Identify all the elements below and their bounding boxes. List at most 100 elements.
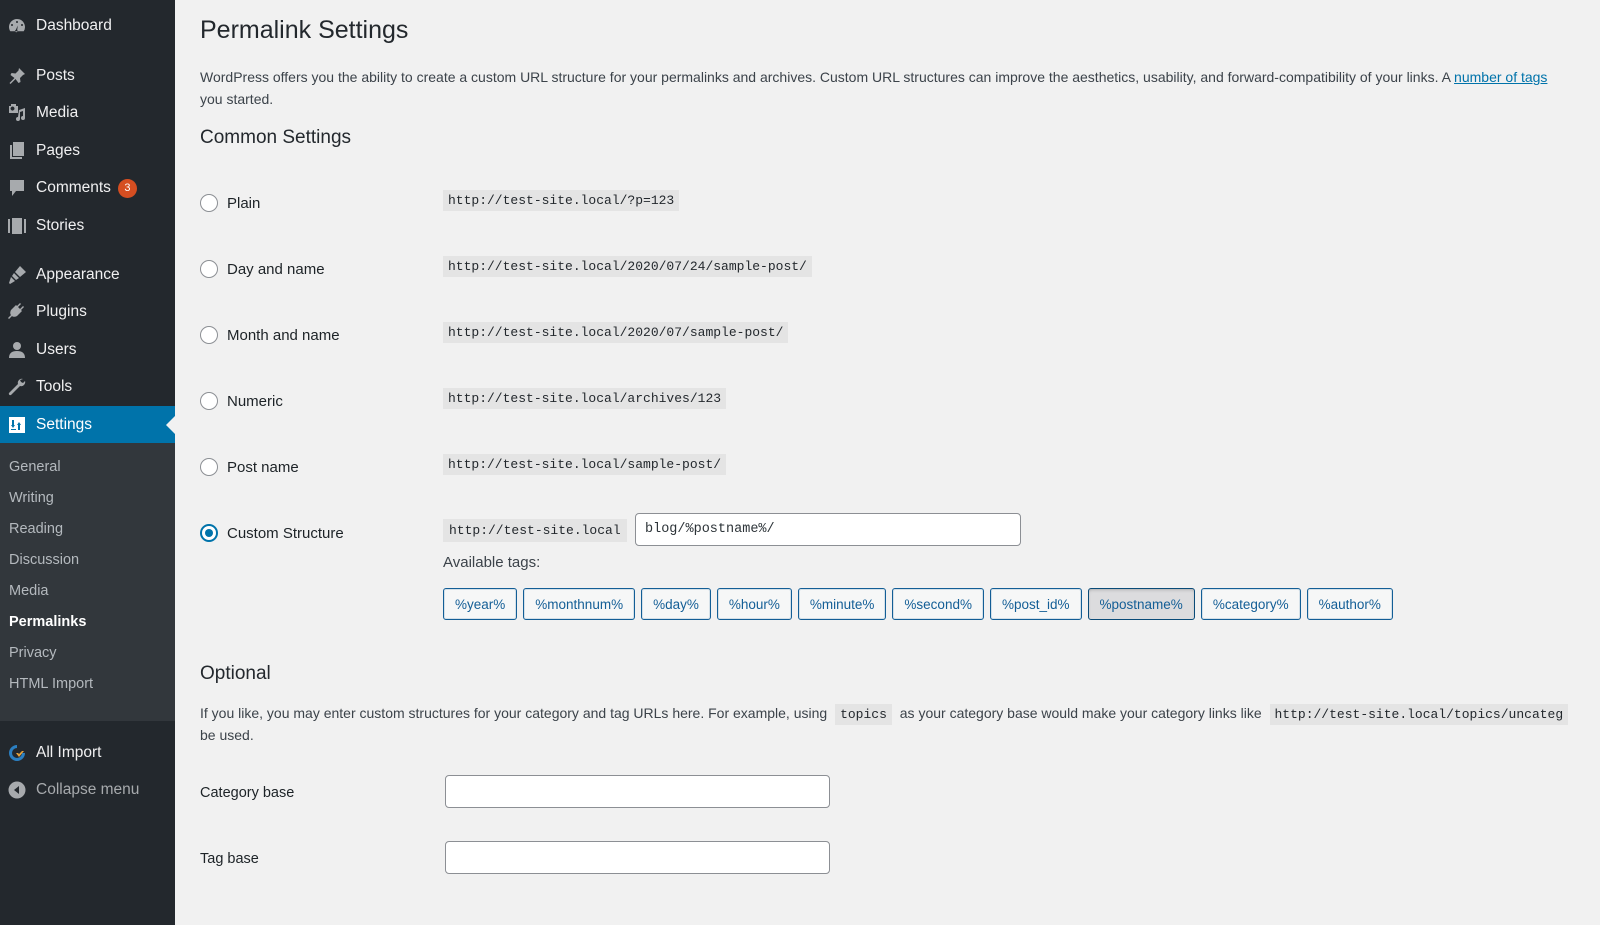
sidebar-item-label: Users xyxy=(36,341,77,358)
settings-sliders-icon xyxy=(6,414,28,436)
sidebar-item-label: Media xyxy=(36,104,79,121)
tag-author-button[interactable]: %author% xyxy=(1306,588,1393,620)
sidebar-item-tools[interactable]: Tools xyxy=(0,368,175,406)
submenu-item-discussion[interactable]: Discussion xyxy=(9,552,79,568)
sidebar-item-label: Comments xyxy=(36,179,111,196)
post-name-example-url: http://test-site.local/sample-post/ xyxy=(443,454,727,475)
tag-hour-button[interactable]: %hour% xyxy=(716,588,792,620)
sidebar-item-plugins[interactable]: Plugins xyxy=(0,293,175,331)
post-name-radio[interactable] xyxy=(200,458,218,476)
sidebar-item-comments[interactable]: Comments 3 xyxy=(0,169,175,207)
month-and-name-label: Month and name xyxy=(227,326,340,344)
plain-label: Plain xyxy=(227,194,261,212)
sidebar-item-media[interactable]: Media xyxy=(0,94,175,132)
permalink-option-custom-structure[interactable]: Custom Structure xyxy=(200,524,344,542)
pin-icon xyxy=(6,65,28,87)
plain-radio[interactable] xyxy=(200,194,218,212)
permalink-option-plain[interactable]: Plain xyxy=(200,194,260,212)
common-settings-heading: Common Settings xyxy=(200,127,352,148)
sidebar-item-dashboard[interactable]: Dashboard xyxy=(0,7,175,45)
numeric-radio[interactable] xyxy=(200,392,218,410)
sidebar-item-label: Tools xyxy=(36,378,73,395)
day-and-name-example-url: http://test-site.local/2020/07/24/sample… xyxy=(443,256,812,277)
optional-description: If you like, you may enter custom struct… xyxy=(200,702,1569,726)
submenu-item-privacy[interactable]: Privacy xyxy=(9,645,57,661)
collapse-arrow-icon xyxy=(6,779,28,801)
tag-minute-button[interactable]: %minute% xyxy=(797,588,887,620)
tag-postname-button[interactable]: %postname% xyxy=(1087,588,1195,620)
tag-category-button[interactable]: %category% xyxy=(1200,588,1301,620)
number-of-tags-link[interactable]: number of tags xyxy=(1454,69,1547,85)
sidebar-item-label: Stories xyxy=(36,217,85,234)
sidebar-item-label: Pages xyxy=(36,142,80,159)
submenu-item-html-import[interactable]: HTML Import xyxy=(9,676,93,692)
custom-structure-radio[interactable] xyxy=(200,524,218,542)
user-icon xyxy=(6,339,28,361)
available-tags-list: %year% %monthnum% %day% %hour% %minute% … xyxy=(443,588,1393,620)
tag-monthnum-button[interactable]: %monthnum% xyxy=(523,588,636,620)
admin-sidebar: Dashboard Posts Media Pages Comments 3 S… xyxy=(0,0,175,925)
sidebar-item-all-import[interactable]: All Import xyxy=(0,734,175,772)
optional-text-line2: be used. xyxy=(200,727,254,743)
sidebar-item-appearance[interactable]: Appearance xyxy=(0,256,175,294)
numeric-example-url: http://test-site.local/archives/123 xyxy=(443,388,727,409)
optional-text-1: If you like, you may enter custom struct… xyxy=(200,705,828,721)
plug-icon xyxy=(6,301,28,323)
custom-structure-label: Custom Structure xyxy=(227,524,344,542)
day-and-name-radio[interactable] xyxy=(200,260,218,278)
sidebar-item-label: Appearance xyxy=(36,266,120,283)
available-tags-label: Available tags: xyxy=(443,554,541,571)
collapse-menu-label: Collapse menu xyxy=(36,781,140,798)
pages-icon xyxy=(6,140,28,162)
paintbrush-icon xyxy=(6,264,28,286)
stories-icon xyxy=(6,215,28,237)
comment-icon xyxy=(6,177,28,199)
custom-structure-input[interactable] xyxy=(635,513,1021,546)
sidebar-item-label: Posts xyxy=(36,67,75,84)
intro-text-line2: you started. xyxy=(200,91,274,107)
sidebar-item-pages[interactable]: Pages xyxy=(0,132,175,170)
category-base-label: Category base xyxy=(200,785,295,801)
sidebar-item-label: All Import xyxy=(36,744,102,761)
tag-day-button[interactable]: %day% xyxy=(641,588,711,620)
wrench-icon xyxy=(6,376,28,398)
tag-year-button[interactable]: %year% xyxy=(443,588,518,620)
intro-description: WordPress offers you the ability to crea… xyxy=(200,66,1547,88)
sidebar-item-label: Dashboard xyxy=(36,17,112,34)
numeric-label: Numeric xyxy=(227,392,283,410)
submenu-item-general[interactable]: General xyxy=(9,459,61,475)
submenu-item-media[interactable]: Media xyxy=(9,583,49,599)
sidebar-item-settings[interactable]: Settings xyxy=(0,406,175,444)
sidebar-item-posts[interactable]: Posts xyxy=(0,57,175,95)
month-and-name-radio[interactable] xyxy=(200,326,218,344)
topics-code: topics xyxy=(835,704,892,725)
intro-text: WordPress offers you the ability to crea… xyxy=(200,69,1455,85)
media-icon xyxy=(6,102,28,124)
permalink-option-post-name[interactable]: Post name xyxy=(200,458,299,476)
sidebar-item-stories[interactable]: Stories xyxy=(0,207,175,245)
category-base-input[interactable] xyxy=(445,775,830,808)
tag-base-input[interactable] xyxy=(445,841,830,874)
optional-heading: Optional xyxy=(200,663,271,684)
permalink-option-numeric[interactable]: Numeric xyxy=(200,392,283,410)
sidebar-item-users[interactable]: Users xyxy=(0,331,175,369)
page-title: Permalink Settings xyxy=(200,16,409,44)
tag-base-label: Tag base xyxy=(200,851,259,867)
plain-example-url: http://test-site.local/?p=123 xyxy=(443,190,680,211)
permalink-option-month-and-name[interactable]: Month and name xyxy=(200,326,340,344)
comments-count-badge: 3 xyxy=(117,178,137,198)
submenu-item-permalinks[interactable]: Permalinks xyxy=(9,614,86,630)
sidebar-item-label: Settings xyxy=(36,416,93,433)
submenu-item-writing[interactable]: Writing xyxy=(9,490,54,506)
permalink-option-day-and-name[interactable]: Day and name xyxy=(200,260,325,278)
settings-submenu: General Writing Reading Discussion Media… xyxy=(0,443,175,721)
optional-text-2: as your category base would make your ca… xyxy=(899,705,1262,721)
all-import-icon xyxy=(6,742,28,764)
tag-second-button[interactable]: %second% xyxy=(892,588,984,620)
post-name-label: Post name xyxy=(227,458,299,476)
sidebar-item-label: Plugins xyxy=(36,303,87,320)
collapse-menu-button[interactable]: Collapse menu xyxy=(0,771,175,809)
submenu-item-reading[interactable]: Reading xyxy=(9,521,63,537)
day-and-name-label: Day and name xyxy=(227,260,325,278)
tag-post-id-button[interactable]: %post_id% xyxy=(989,588,1082,620)
